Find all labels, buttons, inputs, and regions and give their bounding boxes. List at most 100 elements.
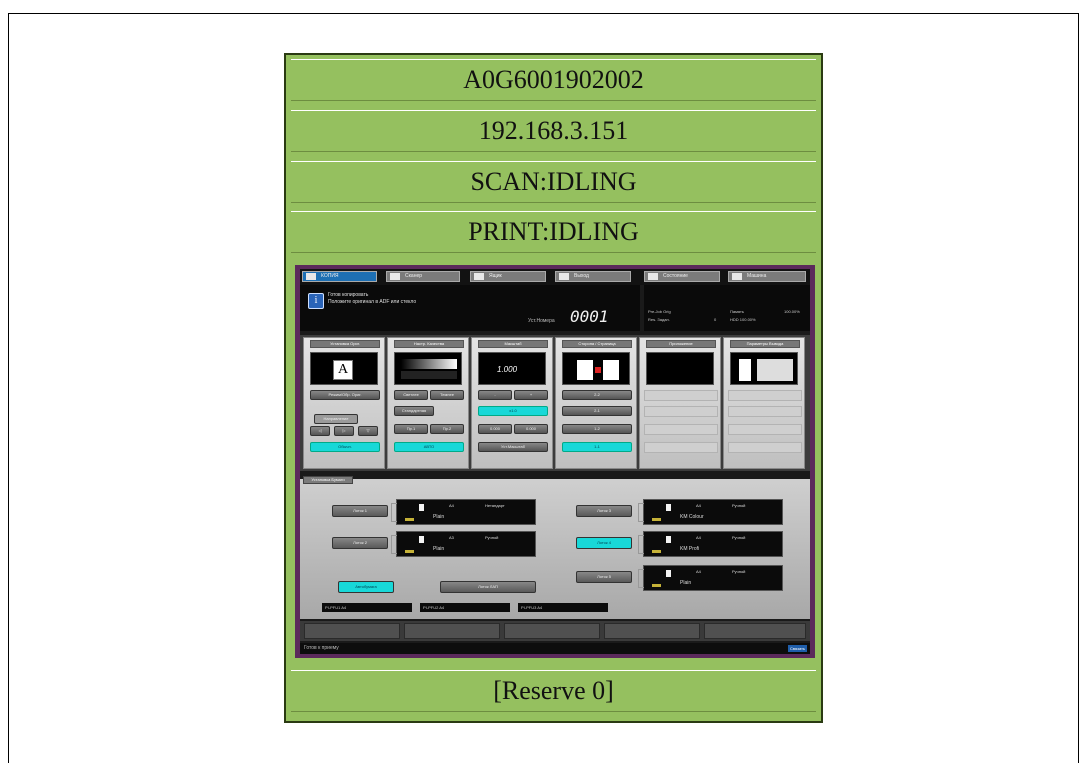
empty-key[interactable]: [704, 623, 806, 639]
tab-output[interactable]: Выход: [555, 271, 631, 282]
zoom-x1-button[interactable]: x1.0: [478, 406, 548, 416]
direction-left-button[interactable]: ◁: [310, 426, 330, 436]
tab-box[interactable]: Ящик: [470, 271, 546, 282]
output-sheet-icon: [739, 359, 751, 381]
original-a-icon: A: [333, 360, 353, 380]
column-header[interactable]: Настр. Качества: [394, 340, 464, 348]
info-memory-value: 100.00%: [784, 309, 800, 314]
preset-1-button[interactable]: Пр.1: [394, 424, 428, 434]
zoom-plus-button[interactable]: +: [514, 390, 548, 400]
tray-5-button[interactable]: Лоток 5: [576, 571, 632, 583]
application-column: Приложение: [639, 337, 721, 469]
paper-icon: [419, 536, 424, 543]
message-line-2: Положите оригинал в ADF или стекло: [328, 299, 417, 305]
tab-scanner[interactable]: Сканер: [386, 271, 460, 282]
tab-copy[interactable]: КОПИЯ: [302, 271, 377, 282]
paper-settings-tab[interactable]: Установка Бумаги: [303, 476, 353, 484]
original-mode-button[interactable]: Режим/Обр. Ориг.: [310, 390, 380, 400]
tray-size: A4: [696, 569, 701, 574]
tab-label: Сканер: [405, 273, 423, 279]
empty-slot: [644, 442, 718, 453]
zoom-minus-button[interactable]: -: [478, 390, 512, 400]
empty-key[interactable]: [504, 623, 600, 639]
touch-panel-screenshot[interactable]: КОПИЯ Сканер Ящик Выход Состояние Машина…: [295, 265, 815, 658]
normal-button[interactable]: Обычн.: [310, 442, 380, 452]
paper-icon: [666, 504, 671, 511]
tab-label: Ящик: [489, 273, 502, 279]
darker-button[interactable]: Темнее: [430, 390, 464, 400]
tab-label: Состояние: [663, 273, 688, 279]
zoom-set-button[interactable]: Уст.Масштаб: [478, 442, 548, 452]
empty-key[interactable]: [404, 623, 500, 639]
scanner-tab-icon: [390, 273, 400, 280]
empty-key[interactable]: [604, 623, 700, 639]
empty-slot: [728, 424, 802, 435]
paper-icon: [666, 536, 671, 543]
message-area: i Готов копировать Положите оригинал в A…: [300, 285, 640, 331]
lighter-button[interactable]: Светлее: [394, 390, 428, 400]
zoom-preset-1-button[interactable]: 0.000: [478, 424, 512, 434]
memory-info-box: Pre-Job Orig Память 100.00% Res. Задан. …: [644, 285, 810, 331]
output-preview: [730, 352, 798, 385]
paper-icon: [666, 570, 671, 577]
tab-status[interactable]: Состояние: [644, 271, 720, 282]
zoom-preset-2-button[interactable]: 0.000: [514, 424, 548, 434]
output-column: Параметры Вывода: [723, 337, 805, 469]
density-preview: [394, 352, 462, 385]
bypass-tray-button[interactable]: Лоток ЛАП: [440, 581, 536, 593]
tray-level: [652, 584, 661, 587]
tray-2-button[interactable]: Лоток 2: [332, 537, 388, 549]
column-header[interactable]: Приложение: [646, 340, 716, 348]
auto-paper-button[interactable]: Автобумага: [338, 581, 394, 593]
direction-right-button[interactable]: ▷: [334, 426, 354, 436]
status-text: Готов к приему: [304, 645, 339, 651]
stack-icon: [757, 359, 793, 381]
status-tab-icon: [648, 273, 658, 280]
tray-3-button[interactable]: Лоток 3: [576, 505, 632, 517]
duplex-1-1-button[interactable]: 1-1: [562, 442, 632, 452]
tray-3-info: A4 Ручной KM Colour: [638, 499, 783, 525]
standard-button[interactable]: Стандартная: [394, 406, 434, 416]
direction-down-button[interactable]: ▽: [358, 426, 378, 436]
empty-key[interactable]: [304, 623, 400, 639]
tab-label: Выход: [574, 273, 589, 279]
column-header[interactable]: Масштаб: [478, 340, 548, 348]
duplex-2-1-button[interactable]: 2-1: [562, 406, 632, 416]
original-settings-column: Установка Ориг. A Режим/Обр. Ориг. Напра…: [303, 337, 385, 469]
tray-size: A3: [449, 535, 454, 540]
duplex-1-2-button[interactable]: 1-2: [562, 424, 632, 434]
auto-button[interactable]: АВТО: [394, 442, 464, 452]
zoom-column: Масштаб 1.000 - + x1.0 0.000 0.000 Уст.М…: [471, 337, 553, 469]
direction-label: Направление: [314, 414, 358, 424]
page-icon: [577, 360, 593, 380]
duplex-preview: [562, 352, 630, 385]
pfu-1-indicator: PI-PFU1 A4: [322, 603, 412, 612]
copy-counter: 0001: [570, 307, 609, 326]
tab-machine[interactable]: Машина: [728, 271, 806, 282]
tray-level: [405, 518, 414, 521]
tray-size: A4: [449, 503, 454, 508]
tray-1-info: A4 Нетандарт Plain: [391, 499, 536, 525]
tray-bracket: [638, 503, 644, 522]
info-res-jobs-value: 0: [714, 317, 717, 322]
tray-4-button[interactable]: Лоток 4: [576, 537, 632, 549]
tray-bracket: [391, 503, 397, 522]
empty-slot: [644, 406, 718, 417]
status-link-button[interactable]: Связать: [787, 645, 807, 652]
device-id-label: A0G6001902002: [291, 59, 816, 101]
preset-2-button[interactable]: Пр.2: [430, 424, 464, 434]
copy-tab-icon: [306, 273, 316, 280]
application-preview: [646, 352, 714, 385]
tray-size: A4: [696, 535, 701, 540]
duplex-2-2-button[interactable]: 2-2: [562, 390, 632, 400]
column-header[interactable]: Параметры Вывода: [730, 340, 800, 348]
column-header[interactable]: Установка Ориг.: [310, 340, 380, 348]
tray-type: KM Profi: [680, 546, 700, 552]
column-header[interactable]: Сторона / Страница: [562, 340, 632, 348]
empty-slot: [728, 390, 802, 401]
duplex-column: Сторона / Страница 2-2 2-1 1-2 1-1: [555, 337, 637, 469]
tray-type: Plain: [433, 514, 445, 520]
info-hdd: HDD 100.00%: [730, 317, 756, 322]
info-res-jobs: Res. Задан.: [648, 317, 670, 322]
tray-1-button[interactable]: Лоток 1: [332, 505, 388, 517]
